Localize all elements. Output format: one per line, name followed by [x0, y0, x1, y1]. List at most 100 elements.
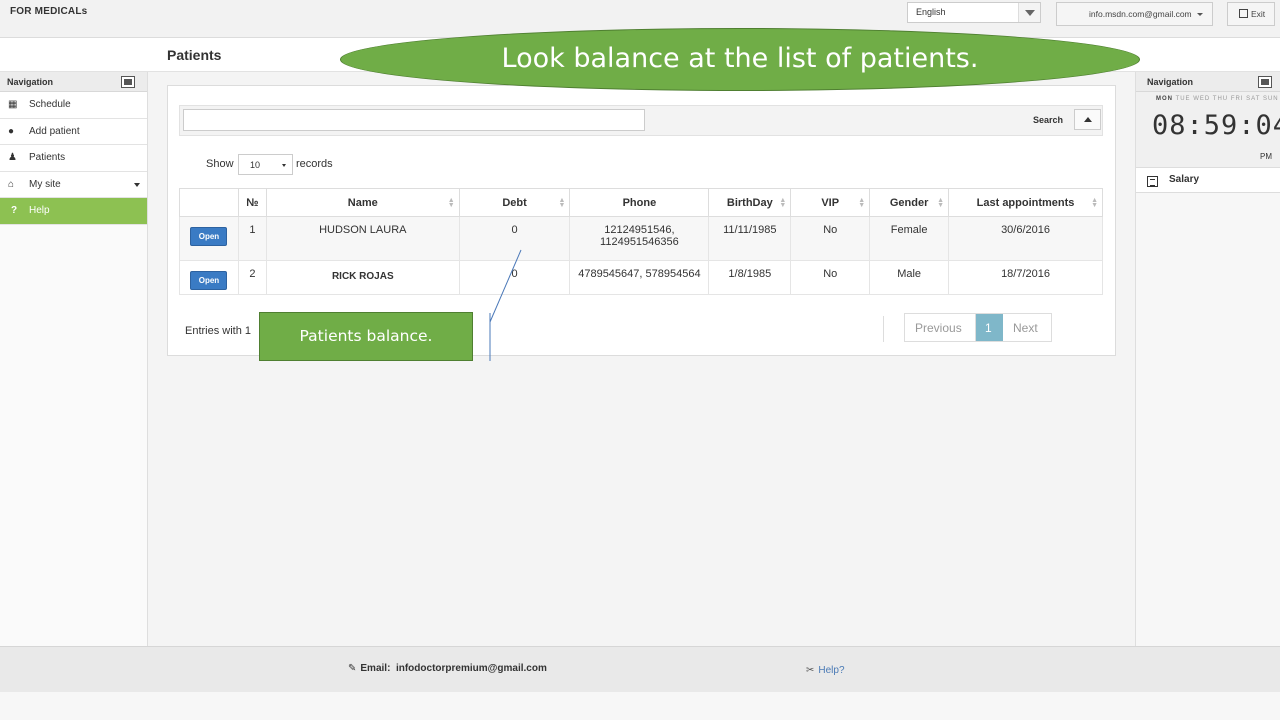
language-value: English: [916, 7, 946, 17]
email-address: infodoctorpremium@gmail.com: [395, 663, 547, 674]
column-header-action: [179, 188, 239, 217]
sidebar-item-schedule[interactable]: ▦ Schedule: [0, 92, 147, 119]
column-header-gender[interactable]: Gender ▲ ▼: [869, 188, 950, 217]
column-header-last-appointments[interactable]: Last appointments ▲ ▼: [948, 188, 1103, 217]
vip-cell: No: [790, 216, 871, 261]
search-label[interactable]: Search: [1033, 115, 1063, 125]
name-cell: HUDSON LAURA: [265, 216, 460, 261]
birthday-cell: 1/8/1985: [708, 260, 792, 295]
clock-time: 08:59:04: [1152, 110, 1280, 141]
clock-ampm: PM: [1260, 152, 1272, 161]
vip-cell: No: [790, 260, 871, 295]
column-header-phone: Phone: [569, 188, 710, 217]
language-select[interactable]: English: [907, 2, 1041, 23]
last-appointment-cell: 18/7/2016: [948, 260, 1103, 295]
records-label: records: [296, 158, 333, 170]
annotation-callout: Patients balance.: [259, 312, 473, 361]
footer-strip: [0, 692, 1280, 720]
right-panel-heading: Navigation: [1136, 72, 1280, 92]
sidebar-item-label: Add patient: [29, 125, 80, 137]
collapse-up-button[interactable]: [1074, 109, 1101, 130]
clock-day: MON: [1156, 96, 1173, 102]
annotation-banner-text: Look balance at the list of patients.: [501, 43, 979, 74]
debt-cell: 0: [458, 260, 571, 295]
caret-down-icon: [1197, 13, 1204, 17]
debt-cell: 0: [458, 216, 571, 261]
help-label: Help?: [818, 665, 845, 676]
pencil-icon: ✎: [348, 663, 357, 674]
table-row: Open 2 RICK ROJAS 0 4789545647, 57895456…: [179, 260, 1103, 295]
email-label: Email:: [360, 663, 391, 674]
question-icon: ?: [11, 205, 18, 216]
divider: [883, 316, 884, 342]
clock-day: WED: [1193, 96, 1211, 102]
digital-clock: MON TUE WED THU FRI SAT SUN 08:59:04 PM: [1136, 92, 1280, 168]
records-per-page-select[interactable]: 10: [238, 154, 293, 175]
left-sidebar: Navigation ▦ Schedule ● Add patient ♟ Pa…: [0, 72, 148, 646]
sidebar-item-patients[interactable]: ♟ Patients: [0, 145, 147, 172]
salary-item[interactable]: Salary: [1136, 168, 1280, 193]
last-appointment-cell: 30/6/2016: [948, 216, 1103, 261]
tools-icon: ✂: [806, 665, 815, 676]
phone-cell: 12124951546, 1124951546356: [569, 216, 710, 261]
sidebar-item-label: My site: [29, 178, 61, 190]
action-cell: Open: [179, 216, 239, 261]
column-header-birthday[interactable]: BirthDay ▲ ▼: [708, 188, 792, 217]
clock-day: SUN: [1262, 96, 1279, 102]
clock-day: TUE: [1175, 96, 1191, 102]
logout-icon: [1239, 9, 1248, 18]
exit-label: Exit: [1251, 9, 1266, 19]
column-header-label: BirthDay: [726, 196, 773, 209]
column-header-number: №: [237, 188, 267, 217]
sidebar-item-add-patient[interactable]: ● Add patient: [0, 118, 147, 145]
open-button[interactable]: Open: [190, 227, 228, 246]
app-brand: FOR MEDICALs: [10, 6, 88, 17]
patients-table: № Name ▲ ▼ Debt ▲ ▼ Phone BirthDay ▲ ▼ VIP ▲ ▼ G…: [179, 188, 1103, 295]
sort-icon: ▲ ▼: [937, 197, 945, 209]
users-icon: ♟: [8, 152, 17, 163]
sidebar-toggle-icon[interactable]: [121, 76, 135, 88]
column-header-debt[interactable]: Debt ▲ ▼: [458, 188, 571, 217]
user-icon: ●: [8, 125, 15, 137]
show-label: Show: [206, 158, 234, 170]
account-email: info.msdn.com@gmail.com: [1089, 9, 1192, 19]
calculator-icon: [1147, 176, 1158, 187]
chevron-down-icon[interactable]: [1018, 3, 1040, 22]
pagination-previous[interactable]: Previous: [905, 314, 976, 341]
help-link[interactable]: ✂ Help?: [806, 665, 845, 676]
open-button[interactable]: Open: [190, 271, 228, 290]
sidebar-item-my-site[interactable]: ⌂ My site: [0, 171, 147, 198]
action-cell: Open: [179, 260, 239, 295]
footer: [0, 646, 1280, 692]
birthday-cell: 11/11/1985: [708, 216, 792, 261]
account-menu[interactable]: info.msdn.com@gmail.com: [1056, 2, 1213, 26]
sidebar-item-label: Schedule: [29, 99, 71, 110]
column-header-vip[interactable]: VIP ▲ ▼: [790, 188, 871, 217]
sort-icon: ▲ ▼: [1091, 197, 1098, 209]
clock-days: MON TUE WED THU FRI SAT SUN: [1156, 96, 1279, 102]
home-icon: ⌂: [8, 178, 15, 190]
right-panel-heading-label: Navigation: [1147, 77, 1194, 87]
gender-cell: Male: [869, 260, 950, 295]
search-input[interactable]: [183, 109, 645, 131]
entries-info: Entries with 1: [185, 325, 252, 337]
sidebar-heading-label: Navigation: [7, 77, 54, 87]
clock-day: THU: [1212, 96, 1229, 102]
calendar-icon: ▦: [8, 99, 18, 110]
exit-button[interactable]: Exit: [1227, 2, 1275, 26]
gender-cell: Female: [869, 216, 950, 261]
sort-icon: ▲ ▼: [447, 197, 455, 209]
sidebar-item-help[interactable]: ? Help: [0, 198, 147, 225]
pagination-page-current[interactable]: 1: [976, 314, 1003, 341]
clock-day: SAT: [1246, 96, 1261, 102]
clock-day: FRI: [1230, 96, 1244, 102]
column-header-label: VIP: [821, 196, 840, 209]
table-row: Open 1 HUDSON LAURA 0 12124951546, 11249…: [179, 216, 1103, 261]
column-header-name[interactable]: Name ▲ ▼: [265, 188, 460, 217]
column-header-label: Last appointments: [976, 196, 1075, 209]
annotation-banner: Look balance at the list of patients.: [340, 28, 1140, 91]
panel-toggle-icon[interactable]: [1258, 76, 1272, 88]
caret-down-icon: [134, 182, 140, 187]
pagination-next[interactable]: Next: [1003, 314, 1051, 341]
sidebar-heading: Navigation: [0, 72, 147, 92]
